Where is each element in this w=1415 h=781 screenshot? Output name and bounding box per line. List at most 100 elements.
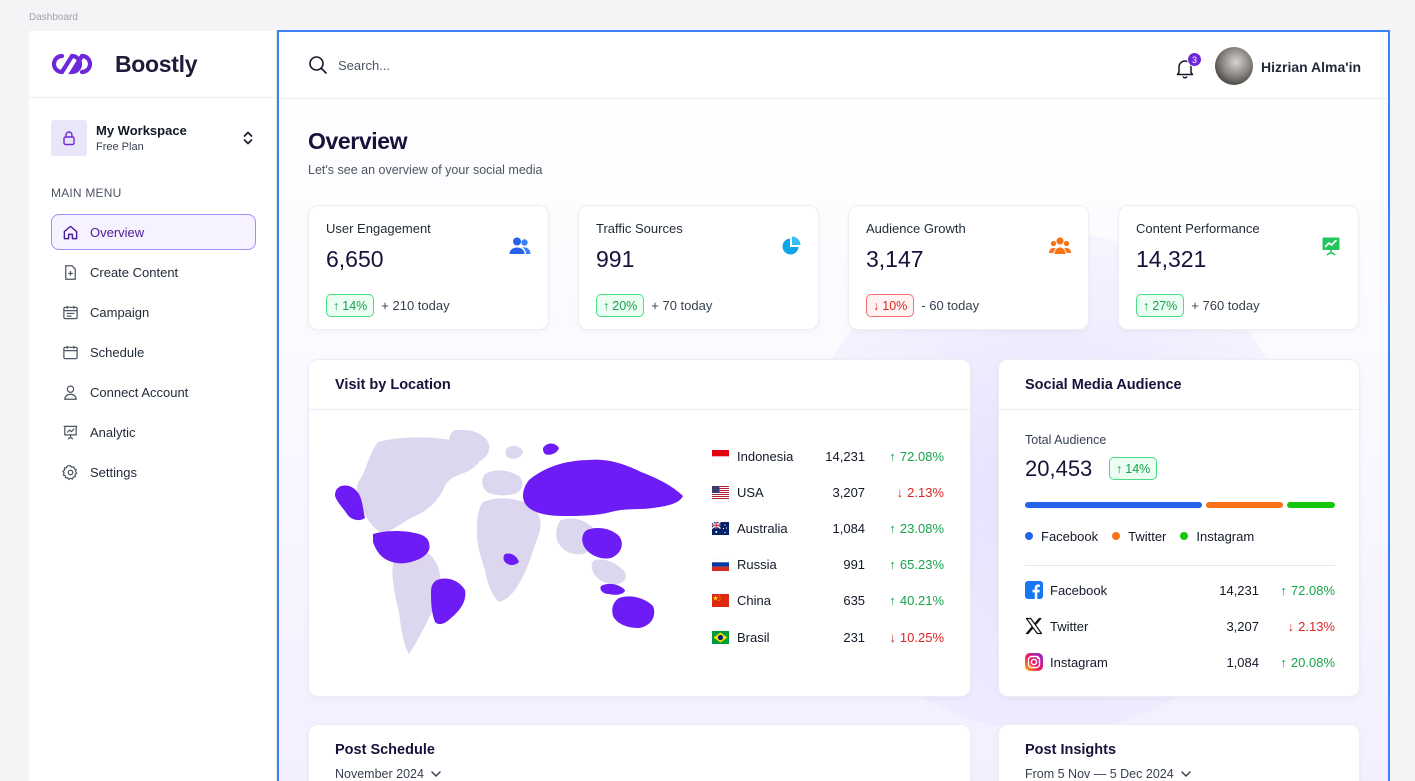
- frame-label: Dashboard: [29, 12, 78, 23]
- stat-value: 991: [596, 246, 635, 272]
- search-bar[interactable]: [308, 55, 558, 75]
- main-content: 3 Hizrian Alma'in Overview Let's see an …: [277, 30, 1390, 781]
- audience-list: Facebook 14,231 ↑ 72.08% Twitter 3,207 ↓…: [1025, 572, 1335, 681]
- audience-name: Instagram: [1050, 654, 1108, 670]
- audience-bar-twitter: [1206, 502, 1283, 508]
- audience-share-bar: [1025, 502, 1335, 508]
- total-audience-label: Total Audience: [1025, 433, 1107, 447]
- sidebar: Boostly My Workspace Free Plan MAIN MENU…: [29, 31, 277, 781]
- location-row-australia[interactable]: Australia 1,084 ↑ 23.08%: [712, 510, 944, 546]
- stat-card-traffic-sources[interactable]: Traffic Sources 991 ↑ 20% + 70 today: [578, 205, 819, 330]
- audience-legend: Facebook Twitter Instagram: [1025, 529, 1254, 544]
- audience-bar-instagram: [1287, 502, 1335, 508]
- gear-icon: [62, 464, 78, 480]
- legend-item-facebook: Facebook: [1025, 529, 1098, 544]
- location-value: 3,207: [832, 484, 866, 500]
- pie-chart-icon: [782, 236, 801, 255]
- stat-card-user-engagement[interactable]: User Engagement 6,650 ↑ 14% + 210 today: [308, 205, 549, 330]
- lock-icon: [51, 120, 87, 156]
- audience-row-facebook[interactable]: Facebook 14,231 ↑ 72.08%: [1025, 572, 1335, 608]
- total-audience-value: 20,453: [1025, 456, 1093, 481]
- change-pill: ↑ 20%: [596, 294, 645, 317]
- location-value: 991: [843, 557, 866, 573]
- stat-label: Traffic Sources: [596, 221, 683, 236]
- post-insights-card: Post Insights From 5 Nov — 5 Dec 2024: [998, 724, 1360, 781]
- stat-today: + 760 today: [1191, 298, 1260, 313]
- audience-row-instagram[interactable]: Instagram 1,084 ↑ 20.08%: [1025, 644, 1335, 680]
- stat-value: 14,321: [1136, 246, 1207, 272]
- sidebar-item-label: Overview: [90, 224, 145, 240]
- avatar[interactable]: [1215, 47, 1253, 85]
- stat-today: + 210 today: [381, 298, 450, 313]
- location-change: ↓ 2.13%: [896, 484, 944, 500]
- location-row-usa[interactable]: USA 3,207 ↓ 2.13%: [712, 474, 944, 510]
- location-country: Indonesia: [737, 448, 794, 464]
- audience-name: Facebook: [1050, 582, 1108, 598]
- location-row-russia[interactable]: Russia 991 ↑ 65.23%: [712, 547, 944, 583]
- user-icon: [64, 384, 77, 400]
- calendar-icon: [63, 345, 78, 359]
- sidebar-item-overview[interactable]: Overview: [51, 214, 256, 250]
- sidebar-item-create-content[interactable]: Create Content: [51, 254, 256, 290]
- date-range-select[interactable]: From 5 Nov — 5 Dec 2024: [1025, 767, 1192, 781]
- card-title: Social Media Audience: [1025, 377, 1182, 393]
- audience-bar-facebook: [1025, 502, 1202, 508]
- location-country: USA: [737, 484, 764, 500]
- au-flag-icon: [712, 521, 729, 535]
- location-value: 14,231: [825, 448, 866, 464]
- sidebar-item-settings[interactable]: Settings: [51, 454, 256, 490]
- page-subtitle: Let's see an overview of your social med…: [308, 163, 543, 177]
- sidebar-item-label: Settings: [90, 464, 137, 480]
- x-twitter-icon: [1025, 618, 1043, 635]
- audience-change: ↑ 20.08%: [1280, 654, 1335, 670]
- workspace-switcher[interactable]: My Workspace Free Plan: [51, 120, 255, 156]
- search-input[interactable]: [338, 57, 558, 73]
- sidebar-item-schedule[interactable]: Schedule: [51, 334, 256, 370]
- sidebar-item-label: Connect Account: [90, 384, 189, 400]
- sidebar-item-campaign[interactable]: Campaign: [51, 294, 256, 330]
- period-select[interactable]: November 2024: [335, 767, 442, 781]
- location-value: 635: [843, 593, 866, 609]
- location-country: China: [737, 593, 771, 609]
- location-change: ↓ 10.25%: [889, 629, 944, 645]
- change-pill: ↑ 14%: [1109, 457, 1158, 480]
- location-row-brasil[interactable]: Brasil 231 ↓ 10.25%: [712, 619, 944, 655]
- stat-card-content-performance[interactable]: Content Performance 14,321 ↑ 27% + 760 t…: [1118, 205, 1359, 330]
- audience-value: 1,084: [1226, 654, 1259, 670]
- br-flag-icon: [712, 630, 729, 644]
- location-row-china[interactable]: China 635 ↑ 40.21%: [712, 583, 944, 619]
- world-map[interactable]: [333, 430, 688, 660]
- cn-flag-icon: [712, 594, 729, 608]
- presentation-chart-icon: [63, 425, 78, 440]
- sidebar-item-connect-account[interactable]: Connect Account: [51, 374, 256, 410]
- stat-card-audience-growth[interactable]: Audience Growth 3,147 ↓ 10% - 60 today: [848, 205, 1089, 330]
- location-value: 1,084: [832, 520, 866, 536]
- user-name[interactable]: Hizrian Alma'in: [1261, 59, 1361, 75]
- chevron-down-icon: [431, 771, 441, 778]
- users-icon: [509, 237, 531, 254]
- sidebar-item-label: Schedule: [90, 344, 145, 360]
- stat-value: 3,147: [866, 246, 924, 272]
- sidebar-item-label: Campaign: [90, 304, 150, 320]
- sidebar-item-analytic[interactable]: Analytic: [51, 414, 256, 450]
- us-flag-icon: [712, 485, 729, 499]
- change-pill: ↑ 27%: [1136, 294, 1185, 317]
- card-title: Visit by Location: [335, 377, 451, 393]
- location-country: Russia: [737, 557, 777, 573]
- audience-row-twitter[interactable]: Twitter 3,207 ↓ 2.13%: [1025, 608, 1335, 644]
- visit-by-location-card: Visit by Location Indonesia 14,231 ↑ 72.…: [308, 359, 971, 697]
- notification-badge: 3: [1187, 52, 1202, 67]
- change-pill: ↑ 14%: [326, 294, 375, 317]
- chevron-up-down-icon[interactable]: [241, 128, 255, 148]
- location-change: ↑ 72.08%: [889, 448, 944, 464]
- ru-flag-icon: [712, 558, 729, 572]
- group-icon: [1049, 237, 1071, 254]
- trend-board-icon: [1322, 237, 1340, 256]
- location-row-indonesia[interactable]: Indonesia 14,231 ↑ 72.08%: [712, 438, 944, 474]
- menu-section-title: MAIN MENU: [51, 186, 122, 200]
- legend-item-twitter: Twitter: [1112, 529, 1166, 544]
- stat-label: User Engagement: [326, 221, 431, 236]
- sidebar-item-label: Create Content: [90, 264, 179, 280]
- instagram-icon: [1025, 653, 1043, 672]
- brand[interactable]: Boostly: [29, 31, 276, 98]
